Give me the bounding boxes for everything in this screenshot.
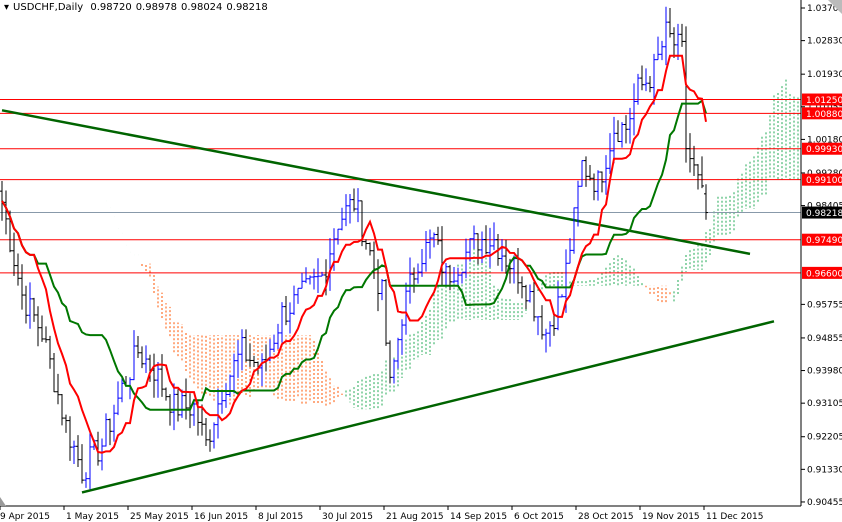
price-tag-label: 0.96600 bbox=[806, 269, 842, 279]
y-tick-label: 0.93980 bbox=[807, 367, 842, 377]
x-tick-label: 9 Apr 2015 bbox=[0, 512, 50, 522]
y-tick-label: 1.02830 bbox=[807, 37, 842, 47]
x-tick-label: 30 Jul 2015 bbox=[322, 512, 373, 522]
y-tick-label: 0.91330 bbox=[807, 465, 842, 475]
price-chart[interactable]: 1.037051.028301.019301.010551.001800.992… bbox=[0, 0, 842, 522]
x-tick-label: 1 May 2015 bbox=[66, 512, 119, 522]
close-value: 0.98218 bbox=[226, 2, 268, 13]
price-tag-label: 1.00880 bbox=[806, 110, 842, 120]
x-tick-label: 6 Oct 2015 bbox=[514, 512, 564, 522]
price-tags: 1.01250 1.00880 0.99930 0.99100 0.97490 0.966… bbox=[802, 93, 842, 279]
x-tick-label: 14 Sep 2015 bbox=[450, 512, 507, 522]
symbol-label: USDCHF,Daily bbox=[13, 2, 84, 13]
price-tag-label: 1.01250 bbox=[806, 96, 842, 106]
dropdown-triangle-icon[interactable]: ▾ bbox=[4, 2, 9, 13]
price-tag-label: 0.99930 bbox=[806, 145, 842, 155]
low-value: 0.98024 bbox=[181, 2, 223, 13]
x-tick-label: 11 Dec 2015 bbox=[706, 512, 764, 522]
y-tick-label: 1.01930 bbox=[807, 70, 842, 80]
open-value: 0.98720 bbox=[90, 2, 132, 13]
y-tick-label: 0.92205 bbox=[807, 433, 842, 443]
y-tick-label: 0.94855 bbox=[807, 334, 842, 344]
high-value: 0.98978 bbox=[135, 2, 178, 13]
price-axis: 1.037051.028301.019301.010551.001800.992… bbox=[801, 4, 842, 508]
time-axis: 9 Apr 2015 1 May 2015 25 May 2015 16 Jun 20… bbox=[0, 506, 764, 522]
x-tick-label: 21 Aug 2015 bbox=[386, 512, 444, 522]
chart-header: ▾ USDCHF,Daily 0.98720 0.98978 0.98024 0.982… bbox=[4, 2, 272, 13]
price-bars bbox=[0, 6, 708, 490]
x-tick-label: 28 Oct 2015 bbox=[578, 512, 634, 522]
ichimoku-cloud bbox=[141, 79, 799, 410]
scroll-marker-icon bbox=[0, 497, 6, 506]
y-tick-label: 0.90455 bbox=[807, 498, 842, 508]
x-tick-label: 16 Jun 2015 bbox=[194, 512, 248, 522]
y-tick-label: 0.95755 bbox=[807, 300, 842, 310]
x-tick-label: 25 May 2015 bbox=[130, 512, 189, 522]
y-tick-label: 0.93105 bbox=[807, 399, 842, 409]
ichimoku-lines bbox=[1, 54, 707, 454]
price-tag-label: 0.98218 bbox=[806, 209, 842, 219]
x-tick-label: 19 Nov 2015 bbox=[642, 512, 700, 522]
price-tag-label: 0.99100 bbox=[806, 176, 842, 186]
x-tick-label: 8 Jul 2015 bbox=[258, 512, 303, 522]
price-tag-label: 0.97490 bbox=[806, 236, 842, 246]
